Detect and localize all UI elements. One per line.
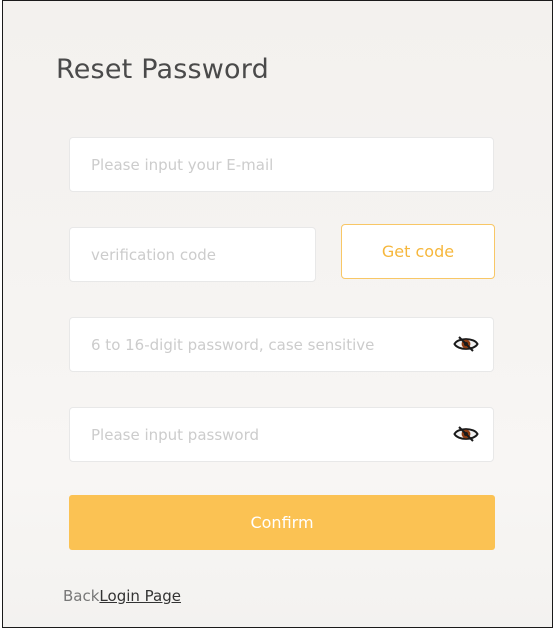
login-page-link[interactable]: Login Page xyxy=(99,587,181,605)
confirm-button[interactable]: Confirm xyxy=(69,495,495,550)
confirm-password-field-wrapper xyxy=(69,407,494,462)
reset-password-panel: Reset Password Get code Confirm BackLogi… xyxy=(2,0,553,628)
email-field-wrapper xyxy=(69,137,494,192)
verification-code-input[interactable] xyxy=(70,228,315,281)
eye-slash-icon[interactable] xyxy=(453,334,479,354)
eye-slash-icon[interactable] xyxy=(453,424,479,444)
password-input[interactable] xyxy=(70,318,493,371)
confirm-password-input[interactable] xyxy=(70,408,493,461)
back-text: Back xyxy=(63,587,100,605)
verification-code-field-wrapper xyxy=(69,227,316,282)
get-code-button[interactable]: Get code xyxy=(341,224,495,279)
back-to-login: BackLogin Page xyxy=(63,587,181,605)
email-input[interactable] xyxy=(70,138,493,191)
page-title: Reset Password xyxy=(56,54,269,85)
password-field-wrapper xyxy=(69,317,494,372)
